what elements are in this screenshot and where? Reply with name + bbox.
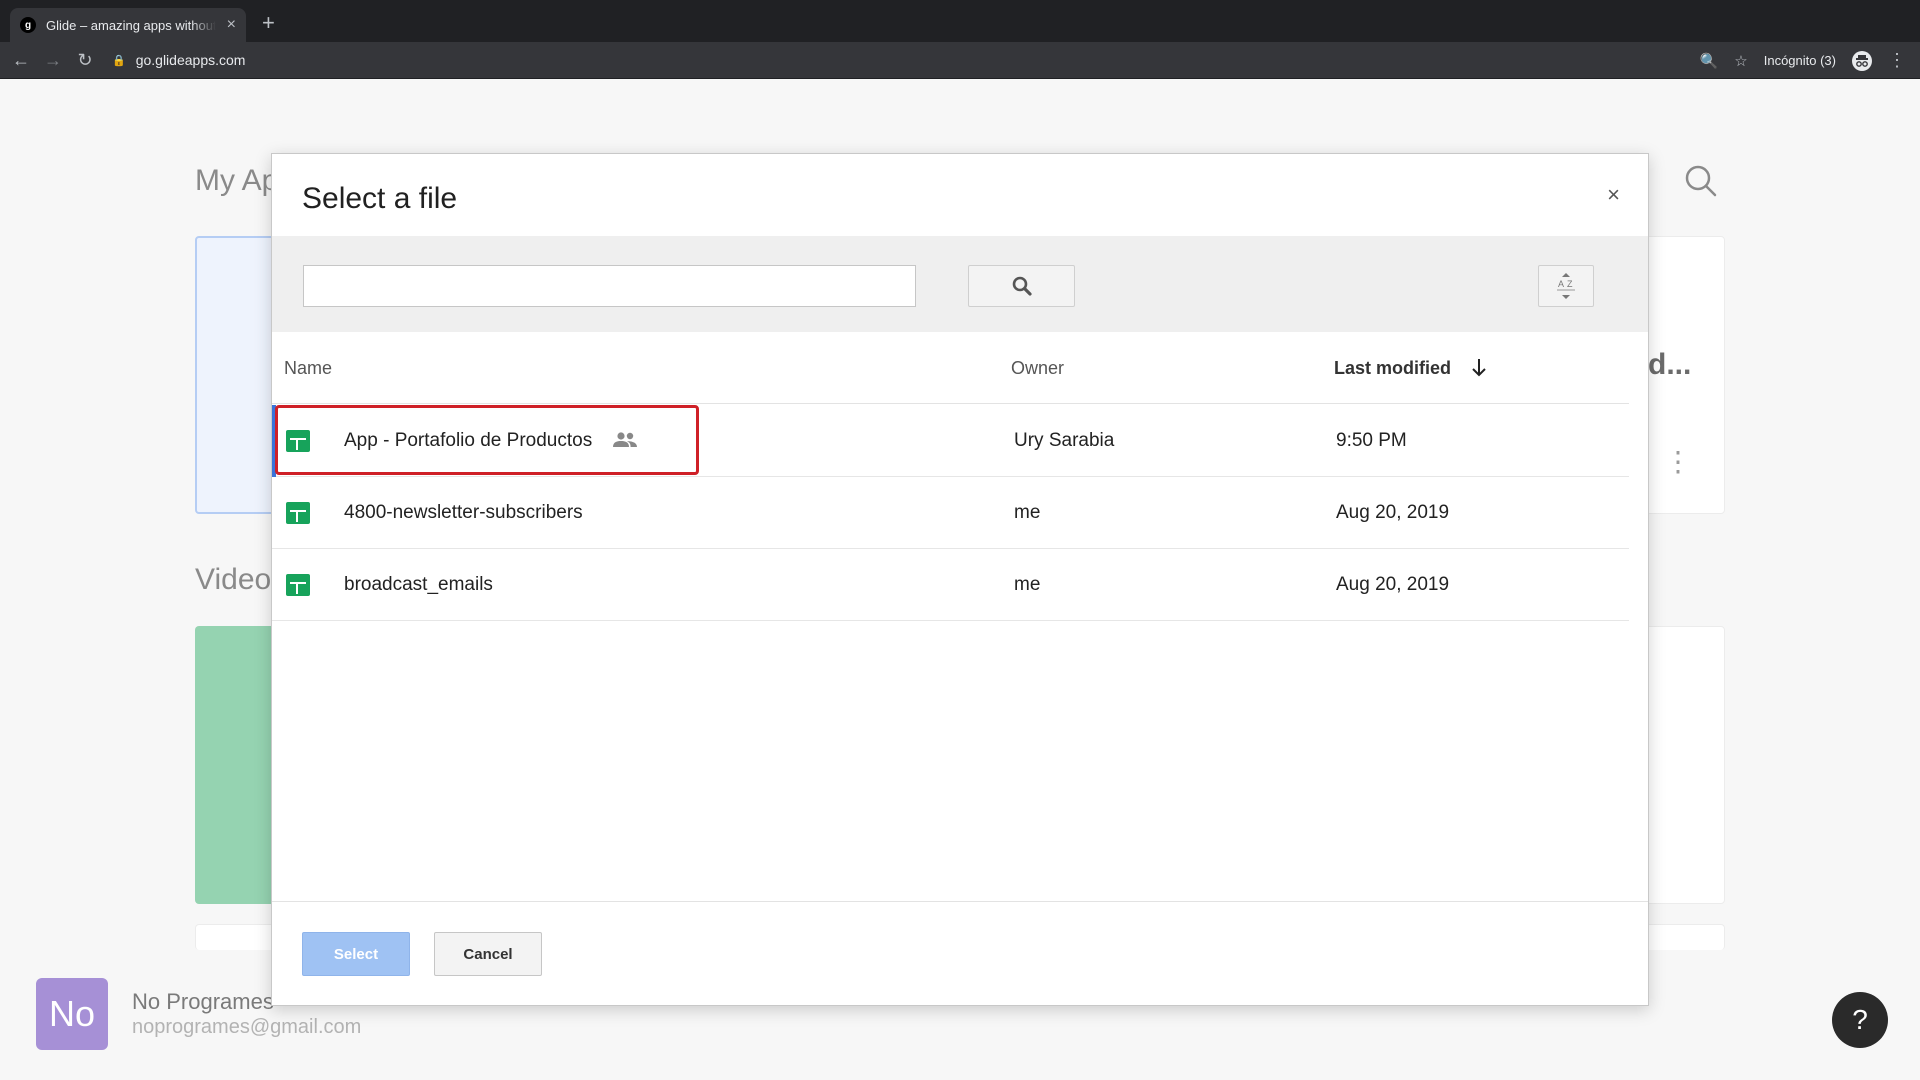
file-table-header: Name Owner Last modified: [272, 332, 1629, 404]
column-header-owner[interactable]: Owner: [1011, 358, 1064, 379]
file-owner: Ury Sarabia: [1014, 430, 1115, 451]
file-modified: Aug 20, 2019: [1336, 502, 1450, 523]
new-tab-button[interactable]: +: [262, 12, 275, 34]
google-sheets-icon: [286, 502, 310, 524]
close-icon[interactable]: ×: [1607, 184, 1620, 206]
dialog-title: Select a file: [302, 182, 458, 215]
address-bar[interactable]: 🔒 go.glideapps.com: [112, 47, 1872, 73]
forward-arrow-icon[interactable]: →: [42, 49, 64, 71]
reload-icon[interactable]: ↻: [74, 49, 96, 71]
page-search-icon[interactable]: [1684, 164, 1718, 198]
search-icon: [1012, 276, 1032, 296]
file-name[interactable]: App - Portafolio de Productos: [344, 430, 592, 452]
file-name[interactable]: 4800-newsletter-subscribers: [344, 502, 583, 524]
app-card-menu-icon[interactable]: ⋮: [1664, 448, 1692, 476]
file-row[interactable]: App - Portafolio de Productos Ury Sarabi…: [272, 405, 1629, 477]
lock-icon: 🔒: [112, 54, 126, 67]
file-row[interactable]: broadcast_emails me Aug 20, 2019: [272, 549, 1629, 621]
url-text[interactable]: go.glideapps.com: [136, 52, 246, 68]
video-card[interactable]: [1640, 626, 1725, 904]
column-header-name[interactable]: Name: [284, 358, 332, 379]
search-toolbar: A Z: [272, 236, 1648, 332]
browser-menu-icon[interactable]: ⋮: [1888, 50, 1906, 71]
videos-title: Video: [195, 563, 272, 596]
zoom-icon[interactable]: 🔍: [1700, 52, 1719, 70]
bookmark-star-icon[interactable]: ☆: [1734, 52, 1747, 70]
back-arrow-icon[interactable]: ←: [10, 49, 32, 71]
sort-az-button[interactable]: A Z: [1538, 265, 1594, 307]
file-modified: 9:50 PM: [1336, 430, 1407, 451]
file-search-input[interactable]: [303, 265, 916, 307]
dialog-footer: Select Cancel: [272, 901, 1648, 1005]
help-button[interactable]: ?: [1832, 992, 1888, 1048]
svg-text:Z: Z: [1567, 279, 1573, 289]
tab-close-icon[interactable]: ×: [227, 17, 236, 33]
select-button[interactable]: Select: [302, 932, 410, 976]
google-sheets-icon: [286, 574, 310, 596]
user-name: No Programes: [132, 989, 274, 1014]
file-name[interactable]: broadcast_emails: [344, 574, 493, 596]
svg-text:A: A: [1558, 279, 1564, 289]
file-owner: me: [1014, 502, 1041, 523]
google-sheets-icon: [286, 430, 310, 452]
column-header-last-modified[interactable]: Last modified: [1334, 358, 1451, 379]
file-row[interactable]: 4800-newsletter-subscribers me Aug 20, 2…: [272, 477, 1629, 549]
search-button[interactable]: [968, 265, 1075, 307]
sort-descending-arrow-icon[interactable]: [1470, 356, 1488, 378]
my-apps-title: My Ap: [195, 164, 279, 197]
browser-tab[interactable]: g Glide – amazing apps without code ×: [10, 8, 246, 42]
incognito-label[interactable]: Incógnito (3): [1764, 53, 1836, 68]
shared-people-icon: [613, 432, 637, 447]
select-file-dialog: Select a file × A Z Name Owner Last modi…: [271, 153, 1649, 1006]
browser-tabstrip: g Glide – amazing apps without code × +: [0, 0, 1920, 42]
file-owner: me: [1014, 574, 1041, 595]
incognito-icon[interactable]: [1852, 50, 1872, 71]
user-email: noprogrames@gmail.com: [132, 1016, 362, 1038]
cancel-button[interactable]: Cancel: [434, 932, 542, 976]
file-modified: Aug 20, 2019: [1336, 574, 1450, 595]
glide-favicon-icon: g: [20, 17, 36, 33]
sort-az-icon: A Z: [1557, 273, 1575, 299]
tab-title: Glide – amazing apps without code: [46, 17, 216, 33]
user-avatar[interactable]: No: [36, 978, 108, 1050]
app-card-title: d...: [1648, 348, 1692, 381]
toolbar-right: 🔍 ☆ Incógnito (3) ⋮: [1700, 42, 1906, 79]
browser-toolbar: ← → ↻ 🔒 go.glideapps.com 🔍 ☆ Incógnito (…: [0, 42, 1920, 79]
